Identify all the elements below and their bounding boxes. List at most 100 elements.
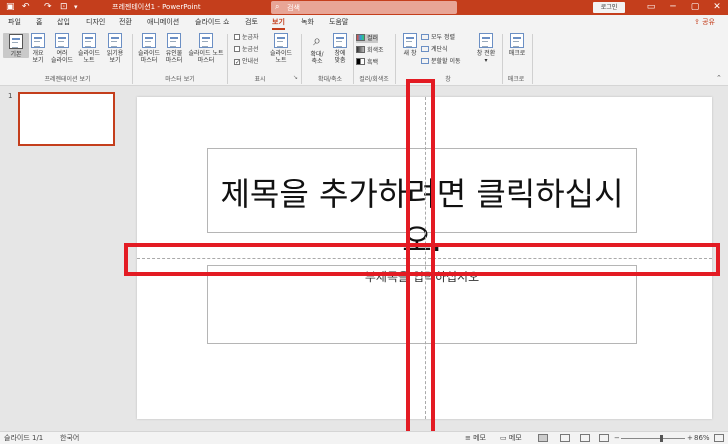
normal-view-icon bbox=[9, 34, 23, 49]
normal-view-status-icon[interactable] bbox=[538, 434, 548, 442]
zoom-slider-track[interactable] bbox=[621, 438, 685, 439]
share-icon: ⇪ bbox=[694, 18, 700, 26]
notes-button[interactable]: 슬라이드 노트 bbox=[268, 33, 294, 64]
button-label: 개요 bbox=[32, 50, 44, 57]
button-label: 모두 정렬 bbox=[431, 34, 455, 41]
group-label-macro: 매크로 bbox=[507, 76, 525, 83]
tab-record[interactable]: 녹화 bbox=[301, 18, 314, 27]
slide-thumbnail[interactable] bbox=[18, 92, 115, 146]
outline-view-icon bbox=[31, 33, 45, 48]
notes-icon: ≡ bbox=[465, 434, 471, 442]
group-label-zoom: 확대/축소 bbox=[317, 76, 343, 83]
cascade-button[interactable]: 계단식 bbox=[421, 46, 448, 54]
ribbon-display-icon[interactable]: ▭ bbox=[640, 0, 662, 15]
color-swatch-icon bbox=[356, 34, 365, 41]
move-split-button[interactable]: 분할할 이동 bbox=[421, 58, 461, 66]
notes-page-icon bbox=[82, 33, 96, 48]
new-window-button[interactable]: 새 창 bbox=[397, 33, 423, 57]
button-label: 마스터 bbox=[197, 57, 215, 64]
slide-sorter-button[interactable]: 여러 슬라이드 bbox=[49, 33, 75, 64]
switch-windows-button[interactable]: 창 전환 ▾ bbox=[473, 33, 499, 64]
reading-view-button[interactable]: 읽기용 보기 bbox=[102, 33, 128, 64]
slide-master-button[interactable]: 슬라이드 마스터 bbox=[136, 33, 162, 64]
undo-icon[interactable]: ↶ bbox=[22, 1, 30, 13]
ribbon-separator bbox=[532, 34, 533, 84]
button-label: 노트 bbox=[83, 57, 95, 64]
checkbox-icon bbox=[234, 34, 240, 40]
tab-animations[interactable]: 애니메이션 bbox=[147, 18, 179, 27]
color-view-button[interactable]: 컬러 bbox=[356, 34, 379, 43]
checkmark-icon: ✓ bbox=[234, 59, 241, 66]
macros-button[interactable]: 매크로 bbox=[504, 33, 530, 57]
button-label: 마스터 bbox=[165, 57, 183, 64]
ruler-checkbox[interactable]: 눈금자 bbox=[234, 34, 259, 42]
tab-design[interactable]: 디자인 bbox=[86, 18, 105, 27]
grayscale-view-button[interactable]: 회색조 bbox=[356, 46, 384, 55]
fit-slide-icon[interactable] bbox=[714, 434, 724, 442]
chevron-down-icon: ▾ bbox=[484, 57, 488, 64]
share-button[interactable]: ⇪ 공유 bbox=[694, 17, 715, 27]
zoom-slider-thumb[interactable] bbox=[660, 435, 663, 442]
comments-label: 메모 bbox=[508, 434, 522, 442]
checkbox-label: 안내선 bbox=[242, 58, 259, 65]
arrange-all-button[interactable]: 모두 정렬 bbox=[421, 34, 455, 42]
window-title: 프레젠테이션1 - PowerPoint bbox=[112, 3, 201, 11]
restore-button[interactable]: ▢ bbox=[684, 0, 706, 15]
notes-page-button[interactable]: 슬라이드 노트 bbox=[76, 33, 102, 64]
tab-review[interactable]: 검토 bbox=[245, 18, 258, 27]
button-label: 슬라이드 노트 bbox=[188, 50, 224, 57]
handout-master-icon bbox=[167, 33, 181, 48]
tab-home[interactable]: 홈 bbox=[36, 18, 42, 27]
button-label: 보기 bbox=[32, 57, 44, 64]
notes-master-button[interactable]: 슬라이드 노트 마스터 bbox=[188, 33, 224, 64]
slideshow-status-icon[interactable] bbox=[599, 434, 609, 442]
notes-master-icon bbox=[199, 33, 213, 48]
tab-transitions[interactable]: 전환 bbox=[119, 18, 132, 27]
title-bar: ▣ ↶ ↷ ⊡ ▾ 프레젠테이션1 - PowerPoint ⌕ 검색 로그인 … bbox=[0, 0, 728, 15]
handout-master-button[interactable]: 유인물 마스터 bbox=[161, 33, 187, 64]
button-label: 노트 bbox=[275, 57, 287, 64]
button-label: 슬라이드 bbox=[50, 57, 74, 64]
search-placeholder: 검색 bbox=[287, 4, 300, 12]
guides-checkbox[interactable]: ✓ 안내선 bbox=[234, 58, 259, 66]
present-icon[interactable]: ⊡ bbox=[60, 1, 68, 13]
save-icon[interactable]: ▣ bbox=[6, 1, 15, 13]
minimize-button[interactable]: ─ bbox=[662, 0, 684, 15]
cascade-icon bbox=[421, 46, 429, 52]
language-indicator[interactable]: 한국어 bbox=[60, 434, 79, 443]
tab-help[interactable]: 도움말 bbox=[329, 18, 348, 27]
notes-icon bbox=[274, 33, 288, 48]
search-box[interactable]: ⌕ 검색 bbox=[271, 1, 457, 14]
button-label: 계단식 bbox=[431, 46, 448, 53]
collapse-ribbon-icon[interactable]: ⌃ bbox=[716, 74, 722, 82]
fit-to-window-button[interactable]: 창에 맞춤 bbox=[327, 33, 353, 64]
ribbon: 기본 개요 보기 여러 슬라이드 슬라이드 노트 읽기용 보기 프레젠테이션 보… bbox=[0, 30, 728, 86]
black-white-view-button[interactable]: 흑백 bbox=[356, 58, 378, 67]
login-button[interactable]: 로그인 bbox=[593, 2, 625, 13]
outline-view-button[interactable]: 개요 보기 bbox=[25, 33, 51, 64]
button-label: 슬라이드 bbox=[269, 50, 293, 57]
dialog-launcher-icon[interactable]: ↘ bbox=[293, 74, 298, 81]
slide-sorter-status-icon[interactable] bbox=[560, 434, 570, 442]
comments-toggle[interactable]: ▭ 메모 bbox=[500, 434, 522, 443]
slide-count: 슬라이드 1/1 bbox=[4, 434, 44, 442]
group-label-presentation-views: 프레젠테이션 보기 bbox=[44, 76, 91, 83]
close-button[interactable]: ✕ bbox=[706, 0, 728, 15]
ribbon-separator bbox=[301, 34, 302, 84]
zoom-out-icon[interactable]: − bbox=[614, 434, 620, 443]
reading-view-status-icon[interactable] bbox=[580, 434, 590, 442]
tab-slideshow[interactable]: 슬라이드 쇼 bbox=[195, 18, 229, 27]
tab-view[interactable]: 보기 bbox=[272, 18, 285, 30]
button-label: 확대/ bbox=[310, 51, 324, 58]
button-label: 창에 bbox=[334, 50, 346, 57]
tab-file[interactable]: 파일 bbox=[8, 18, 21, 27]
redo-icon[interactable]: ↷ bbox=[44, 1, 52, 13]
share-label: 공유 bbox=[702, 18, 715, 26]
tab-insert[interactable]: 삽입 bbox=[57, 18, 70, 27]
zoom-in-icon[interactable]: + bbox=[687, 434, 693, 443]
horizontal-guide-highlight bbox=[124, 243, 720, 276]
gridlines-checkbox[interactable]: 눈금선 bbox=[234, 46, 259, 54]
notes-toggle[interactable]: ≡ 메모 bbox=[465, 434, 486, 443]
zoom-level[interactable]: 86% bbox=[694, 434, 710, 443]
customize-quick-access-icon[interactable]: ▾ bbox=[74, 1, 78, 13]
